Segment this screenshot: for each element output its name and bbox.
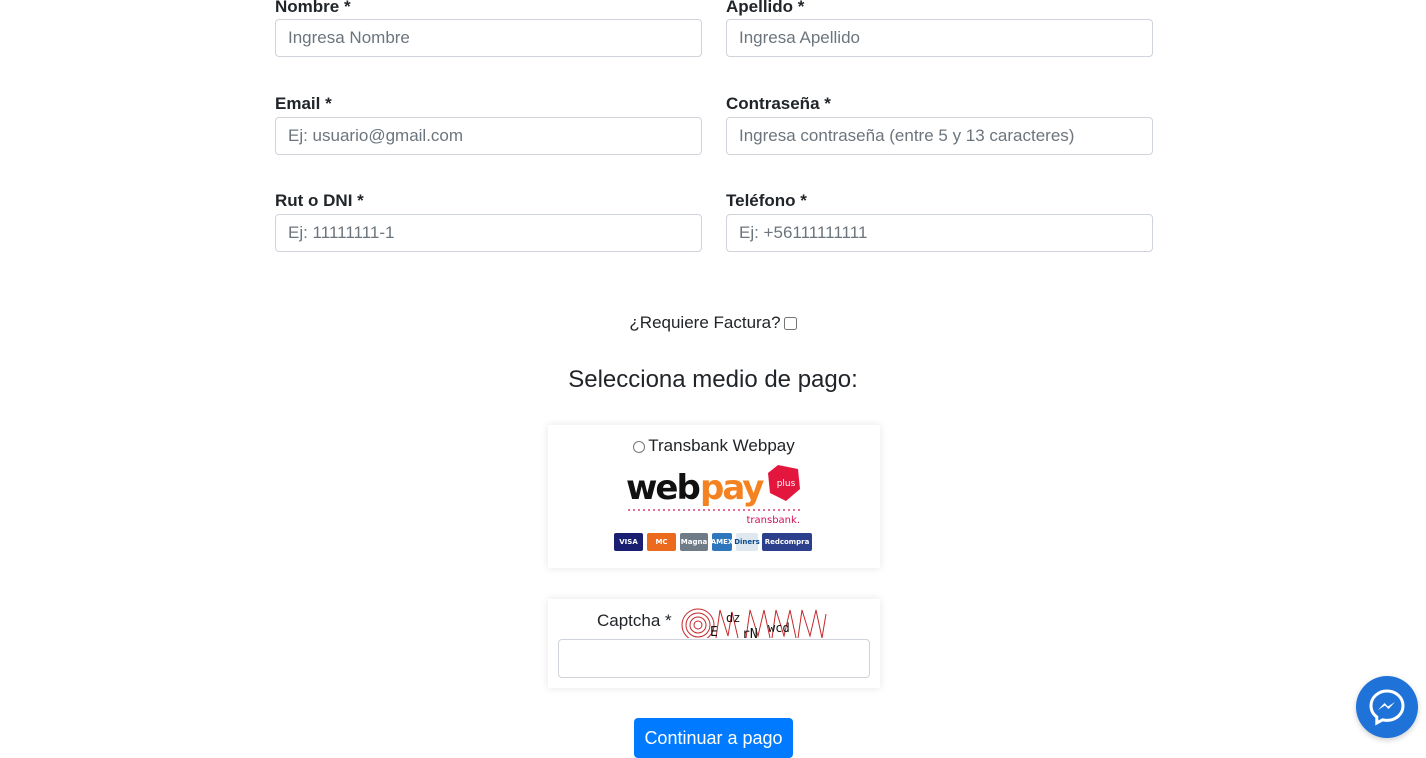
apellido-label: Apellido * — [726, 0, 805, 16]
factura-label: ¿Requiere Factura? — [629, 313, 781, 332]
email-label: Email * — [275, 94, 332, 113]
password-label: Contraseña * — [726, 94, 831, 113]
redcompra-logo: Redcompra — [762, 533, 812, 551]
captcha-image: E dz rN wcd — [681, 608, 827, 638]
captcha-input[interactable] — [558, 639, 870, 678]
payment-title: Selecciona medio de pago: — [568, 366, 858, 393]
nombre-input[interactable] — [275, 19, 702, 57]
svg-text:E: E — [710, 625, 718, 638]
svg-text:rN: rN — [742, 627, 758, 638]
webpay-option-label: Transbank Webpay — [648, 436, 795, 455]
factura-row: ¿Requiere Factura? — [0, 313, 1426, 333]
continue-to-payment-button[interactable]: Continuar a pago — [634, 718, 793, 758]
svg-text:wcd: wcd — [768, 621, 790, 635]
webpay-logo: web pay plus transbank. — [626, 465, 801, 525]
webpay-logo-web: web — [626, 468, 699, 508]
telefono-input[interactable] — [726, 214, 1153, 252]
mastercard-logo: MC — [647, 533, 676, 551]
svg-text:dz: dz — [726, 611, 740, 625]
transbank-text: transbank. — [747, 515, 801, 525]
rut-input[interactable] — [275, 214, 702, 252]
webpay-logo-plus: plus — [777, 479, 796, 489]
magna-logo: Magna — [680, 533, 708, 551]
email-input[interactable] — [275, 117, 702, 155]
webpay-logo-pay: pay — [700, 468, 764, 508]
amex-logo: AMEX — [711, 533, 733, 551]
messenger-icon — [1369, 689, 1405, 726]
diners-logo: Diners — [734, 533, 760, 551]
captcha-card: Captcha * E dz rN wcd — [548, 599, 880, 688]
rut-label: Rut o DNI * — [275, 191, 364, 210]
payment-option-card[interactable]: Transbank Webpay web pay plus transbank.… — [548, 425, 880, 568]
webpay-radio[interactable] — [633, 440, 646, 453]
apellido-input[interactable] — [726, 19, 1153, 57]
payment-option[interactable]: Transbank Webpay — [548, 436, 880, 456]
card-logos: VISA MC Magna AMEX Diners Redcompra — [614, 533, 812, 551]
factura-checkbox[interactable] — [783, 317, 797, 331]
visa-logo: VISA — [614, 533, 643, 551]
nombre-label: Nombre * — [275, 0, 351, 16]
messenger-chat-button[interactable] — [1356, 676, 1418, 738]
telefono-label: Teléfono * — [726, 191, 807, 210]
password-input[interactable] — [726, 117, 1153, 155]
captcha-label: Captcha * — [597, 611, 672, 630]
